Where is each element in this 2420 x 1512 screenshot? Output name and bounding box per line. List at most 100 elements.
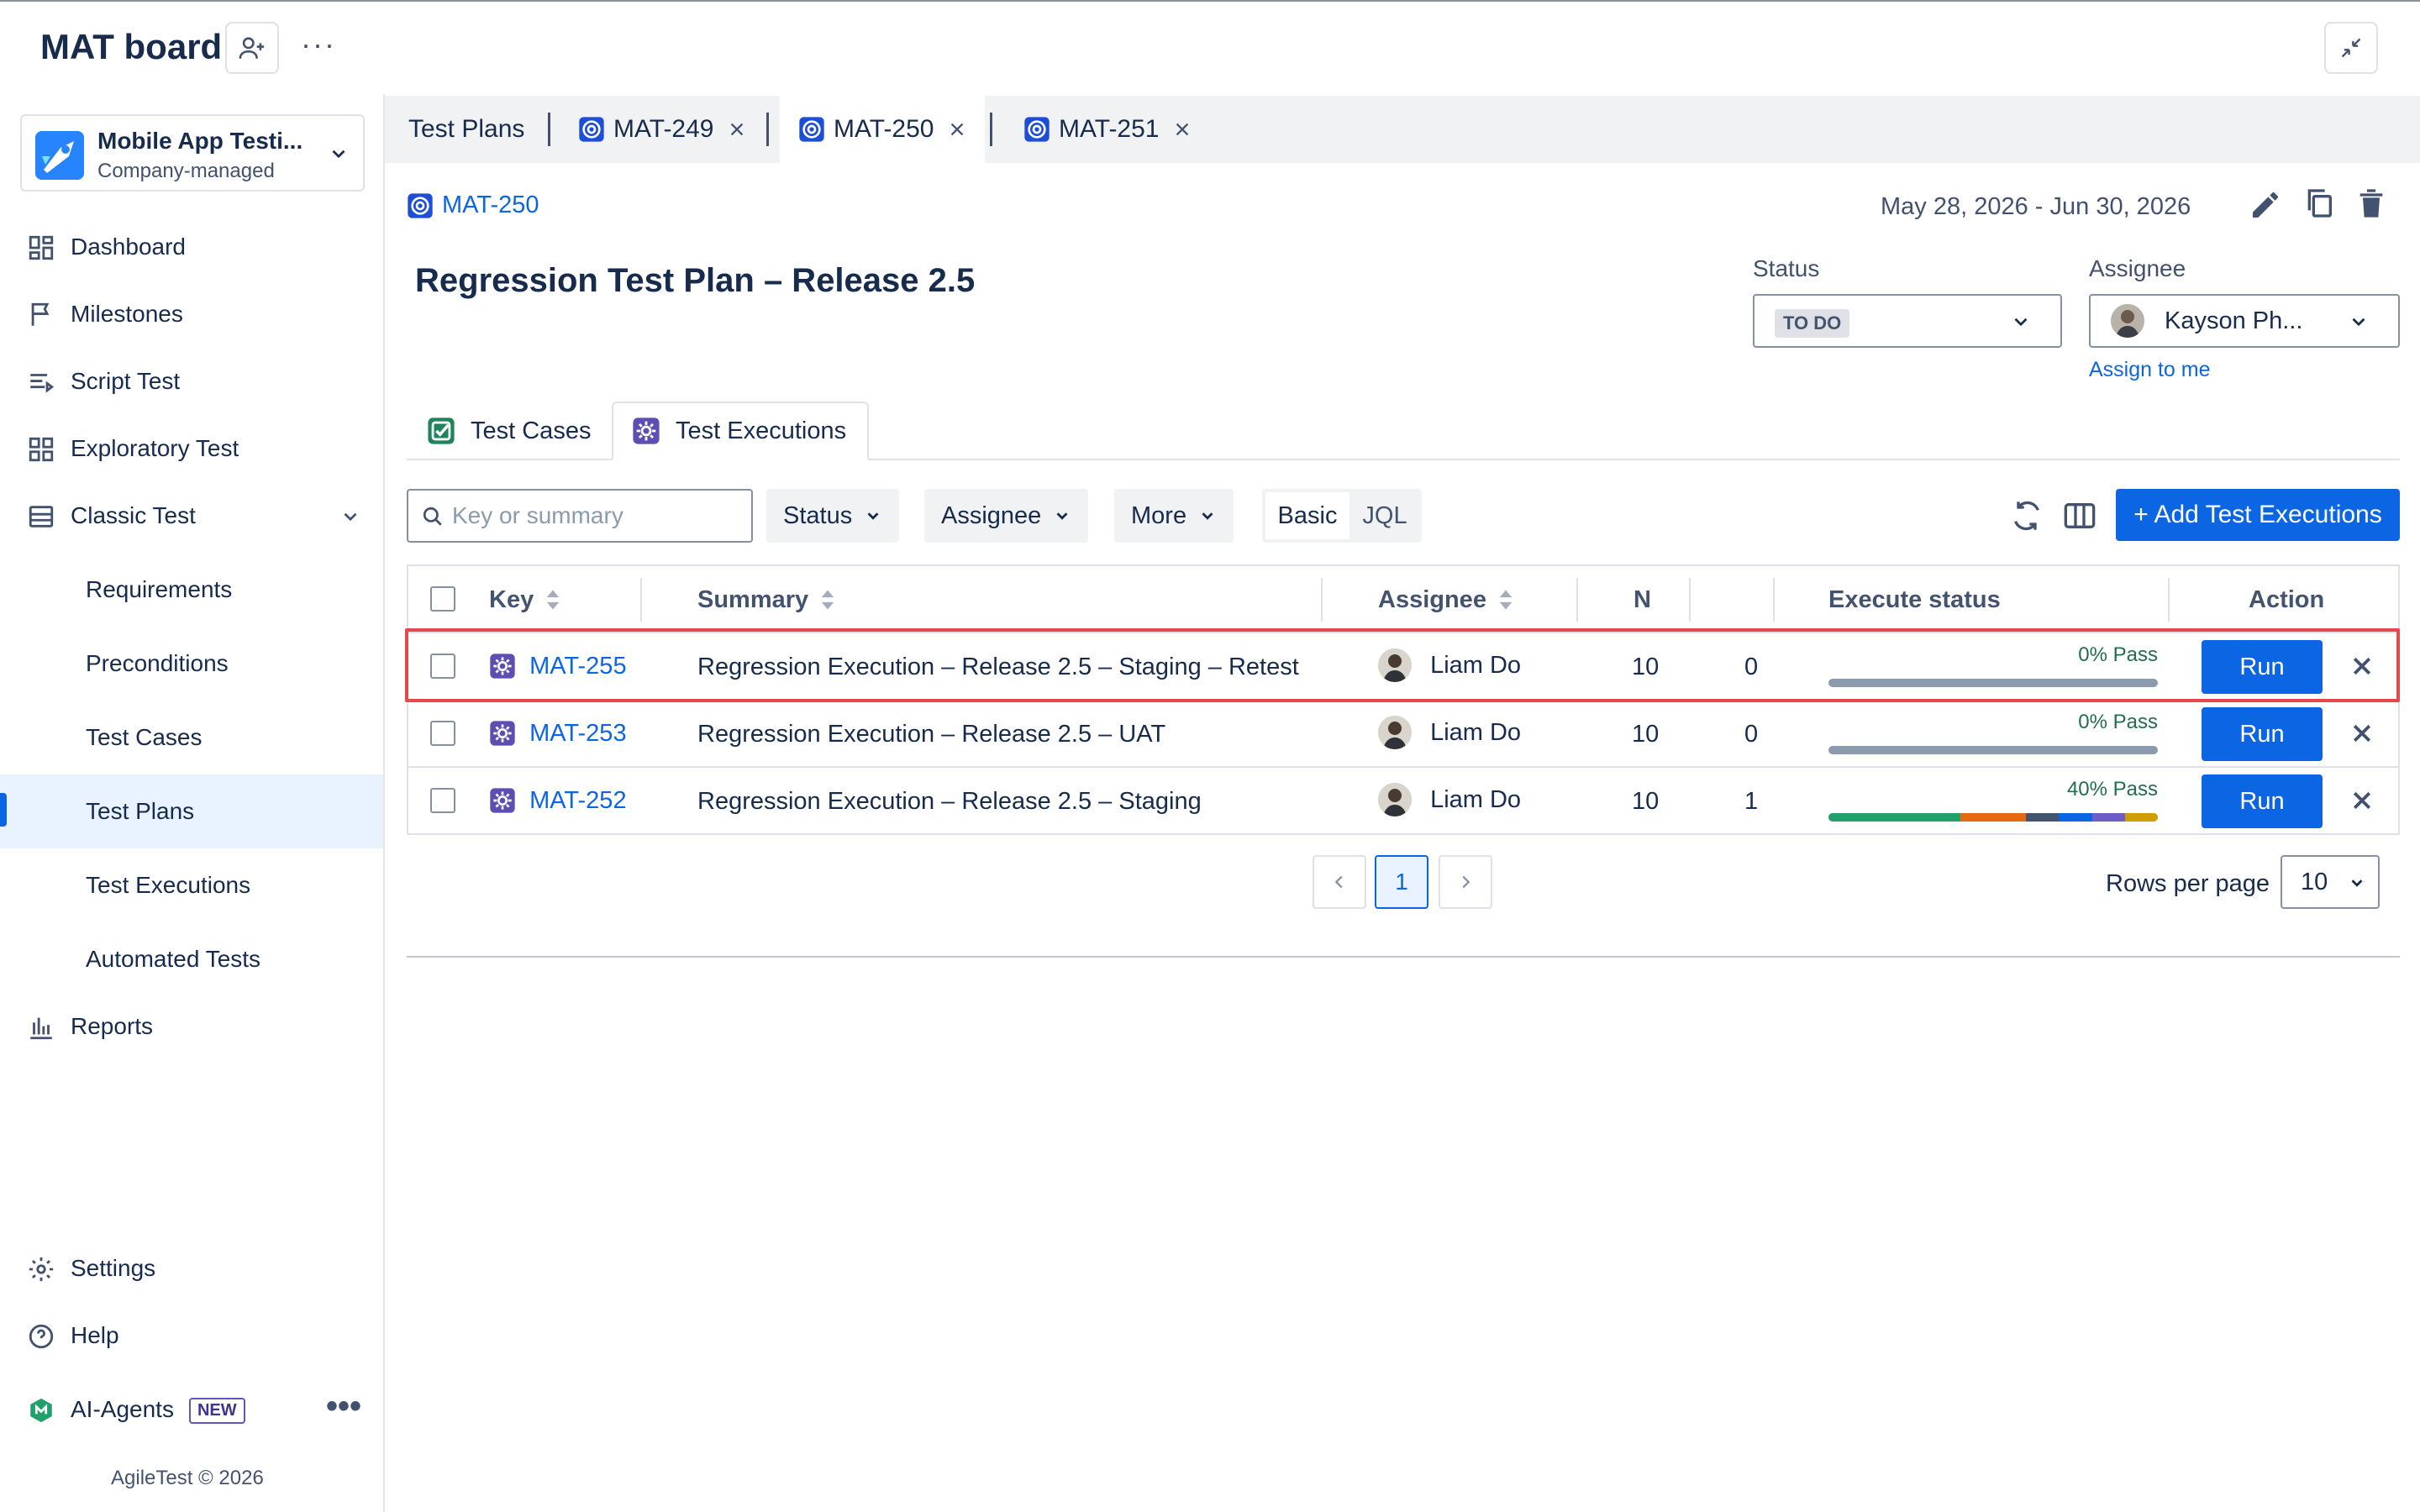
prev-page-button[interactable]	[1313, 855, 1366, 909]
assignee-filter-button[interactable]: Assignee	[924, 489, 1089, 543]
close-icon[interactable]	[948, 120, 966, 139]
key-link[interactable]: MAT-253	[529, 720, 627, 747]
tab-label: Test Executions	[676, 417, 847, 444]
next-page-button[interactable]	[1439, 855, 1492, 909]
test-plan-icon	[1024, 117, 1050, 142]
sort-icon	[546, 590, 560, 610]
row-checkbox[interactable]	[430, 721, 455, 746]
sidebar-item-reports[interactable]: Reports	[0, 993, 383, 1060]
sidebar: Mobile App Testi... Company-managed Dash…	[0, 94, 385, 1512]
search-input[interactable]	[452, 501, 738, 531]
run-button[interactable]: Run	[2202, 707, 2323, 761]
tab-mat-250[interactable]: MAT-250	[780, 96, 985, 163]
more-filter-button[interactable]: More	[1114, 489, 1234, 543]
row-assignee: Liam Do	[1378, 716, 1521, 749]
assign-to-me-link[interactable]: Assign to me	[2089, 358, 2211, 382]
tab-label: MAT-249	[613, 115, 714, 143]
test-execution-icon	[490, 788, 515, 814]
sidebar-item-test-plans[interactable]: Test Plans	[0, 774, 383, 848]
column-header-summary[interactable]: Summary	[697, 566, 835, 633]
sidebar-item-test-executions[interactable]: Test Executions	[0, 848, 383, 922]
basic-toggle[interactable]: Basic	[1265, 492, 1349, 539]
column-separator	[1773, 578, 1775, 622]
edit-icon[interactable]	[2249, 188, 2282, 222]
status-label: Status	[1753, 255, 1820, 281]
trash-icon[interactable]	[2354, 186, 2388, 220]
run-button[interactable]: Run	[2202, 774, 2323, 828]
select-all-checkbox[interactable]	[430, 586, 455, 612]
row-assignee: Liam Do	[1378, 783, 1521, 816]
sidebar-item-milestones[interactable]: Milestones	[0, 281, 383, 348]
chevron-down-icon	[2351, 879, 2363, 887]
column-header-assignee[interactable]: Assignee	[1378, 566, 1513, 633]
sidebar-item-requirements[interactable]: Requirements	[0, 553, 383, 627]
sidebar-item-label: Exploratory Test	[71, 435, 239, 461]
avatar	[1378, 783, 1412, 816]
progress-segment	[2124, 813, 2158, 822]
sidebar-item-classic-test[interactable]: Classic Test	[0, 482, 383, 549]
close-icon[interactable]	[1173, 120, 1192, 139]
column-header-key[interactable]: Key	[489, 566, 560, 633]
sidebar-item-dashboard[interactable]: Dashboard	[0, 213, 383, 281]
more-icon[interactable]: •••	[326, 1388, 361, 1425]
sidebar-item-preconditions[interactable]: Preconditions	[0, 627, 383, 701]
close-icon[interactable]	[2349, 721, 2375, 746]
test-case-icon	[428, 417, 455, 444]
footer-copyright: AgileTest © 2026	[111, 1467, 264, 1489]
close-icon[interactable]	[728, 120, 746, 139]
ai-agents-icon	[30, 1398, 52, 1423]
jql-toggle[interactable]: JQL	[1351, 492, 1418, 539]
close-icon[interactable]	[2349, 788, 2375, 813]
page-button-current[interactable]: 1	[1375, 855, 1428, 909]
row-checkbox[interactable]	[430, 788, 455, 813]
chevron-down-icon	[2014, 318, 2028, 327]
sidebar-item-test-cases[interactable]: Test Cases	[0, 701, 383, 774]
sidebar-item-label: Preconditions	[86, 650, 229, 676]
sidebar-item-label: Test Executions	[86, 872, 251, 898]
add-test-executions-button[interactable]: + Add Test Executions	[2116, 489, 2400, 541]
filter-label: Assignee	[941, 501, 1042, 529]
tab-test-executions[interactable]: Test Executions	[612, 402, 869, 460]
copy-icon[interactable]	[2302, 186, 2336, 220]
sidebar-item-settings[interactable]: Settings	[0, 1235, 383, 1302]
breadcrumb[interactable]: MAT-250	[407, 192, 539, 219]
rows-per-page-select[interactable]: 10	[2281, 855, 2380, 909]
sidebar-item-ai-agents[interactable]: AI-Agents NEW •••	[0, 1376, 383, 1443]
column-header-action: Action	[2249, 585, 2325, 613]
column-separator	[1321, 578, 1323, 622]
tab-separator	[990, 113, 992, 146]
sidebar-item-label: Reports	[71, 1013, 154, 1039]
row-summary: Regression Execution – Release 2.5 – UAT	[697, 721, 1166, 748]
row-key[interactable]: MAT-252	[489, 786, 627, 815]
collapse-button[interactable]	[2324, 22, 2378, 74]
add-people-button[interactable]	[225, 22, 279, 74]
chevron-right-icon	[1462, 875, 1470, 889]
breadcrumb-key[interactable]: MAT-250	[442, 192, 539, 219]
sidebar-item-label: Test Cases	[86, 724, 203, 750]
project-selector[interactable]: Mobile App Testi... Company-managed	[20, 114, 365, 192]
refresh-icon[interactable]	[2010, 499, 2044, 533]
page-title: Regression Test Plan – Release 2.5	[415, 262, 976, 299]
search-input-wrap[interactable]	[407, 489, 753, 543]
sidebar-item-label: AI-Agents	[71, 1396, 174, 1422]
more-actions-button[interactable]: ···	[301, 27, 336, 62]
new-badge: NEW	[188, 1398, 245, 1425]
sidebar-item-automated-tests[interactable]: Automated Tests	[0, 922, 383, 996]
row-n: 10	[1632, 721, 1660, 748]
sidebar-item-help[interactable]: Help	[0, 1302, 383, 1369]
row-key[interactable]: MAT-253	[489, 719, 627, 748]
key-link[interactable]: MAT-252	[529, 787, 627, 814]
tab-test-plans[interactable]: Test Plans	[408, 96, 524, 163]
tab-mat-249[interactable]: MAT-249	[578, 96, 746, 163]
sidebar-item-exploratory-test[interactable]: Exploratory Test	[0, 415, 383, 482]
script-icon	[30, 374, 55, 393]
progress-segment	[1960, 813, 2027, 822]
tab-test-cases[interactable]: Test Cases	[407, 402, 613, 460]
status-filter-button[interactable]: Status	[766, 489, 900, 543]
assignee-select[interactable]: Kayson Ph...	[2089, 294, 2400, 348]
columns-icon[interactable]	[2062, 499, 2097, 533]
avatar	[2111, 304, 2144, 338]
sidebar-item-script-test[interactable]: Script Test	[0, 348, 383, 415]
tab-mat-251[interactable]: MAT-251	[1023, 96, 1192, 163]
status-select[interactable]: TO DO	[1753, 294, 2062, 348]
